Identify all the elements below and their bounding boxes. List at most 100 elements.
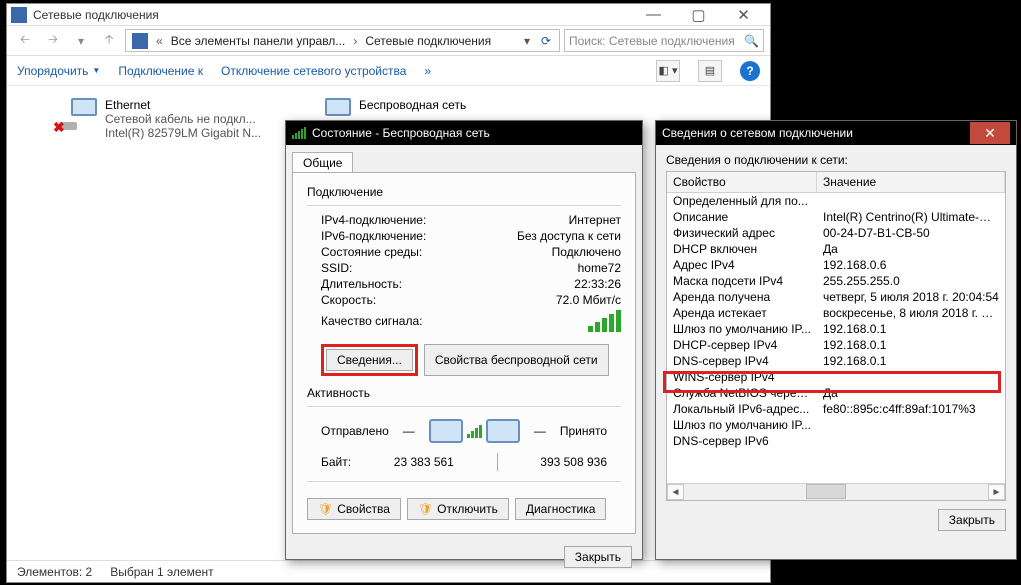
cell-value: Да (817, 241, 1005, 257)
cell-value: 255.255.255.0 (817, 273, 1005, 289)
status-value: Интернет (569, 213, 621, 227)
back-button[interactable]: 🡠 (13, 29, 37, 53)
details-label: Сведения о подключении к сети: (666, 153, 1006, 167)
app-icon (11, 7, 27, 23)
table-row[interactable]: Служба NetBIOS через...Да (667, 385, 1005, 401)
item-device: Intel(R) 82579LM Gigabit N... (105, 126, 261, 140)
tab-strip: Общие (286, 145, 642, 172)
cell-value (817, 417, 1005, 433)
scroll-track[interactable] (684, 484, 988, 500)
cell-property: Аренда получена (667, 289, 817, 305)
table-row[interactable]: Локальный IPv6-адрес...fe80::895c:c4ff:8… (667, 401, 1005, 417)
table-row[interactable]: DNS-сервер IPv6 (667, 433, 1005, 449)
chevron-down-icon: ▼ (92, 66, 100, 75)
cell-property: WINS-сервер IPv4 (667, 369, 817, 385)
selected-count: Выбран 1 элемент (110, 565, 213, 579)
table-header[interactable]: Свойство Значение (667, 172, 1005, 193)
maximize-button[interactable]: ▢ (676, 5, 721, 25)
connect-to-button[interactable]: Подключение к (118, 64, 203, 78)
help-button[interactable]: ? (740, 61, 760, 81)
scroll-thumb[interactable] (806, 484, 846, 499)
breadcrumb-seg-2[interactable]: Сетевые подключения (361, 34, 495, 48)
up-button[interactable]: 🡡 (97, 29, 121, 53)
details-table[interactable]: Свойство Значение Определенный для по...… (666, 171, 1006, 501)
horizontal-scrollbar[interactable]: ◄ ► (667, 483, 1005, 500)
diagnostics-button[interactable]: Диагностика (515, 498, 607, 520)
status-value: Без доступа к сети (517, 229, 621, 243)
table-row[interactable]: Шлюз по умолчанию IP...192.168.0.1 (667, 321, 1005, 337)
view-options-button[interactable]: ◧ ▾ (656, 60, 680, 82)
highlight-details: Сведения... (321, 344, 418, 376)
table-row[interactable]: WINS-сервер IPv4 (667, 369, 1005, 385)
table-row[interactable]: Аренда истекаетвоскресенье, 8 июля 2018 … (667, 305, 1005, 321)
close-button[interactable]: Закрыть (564, 546, 632, 568)
details-button[interactable]: Сведения... (326, 349, 413, 371)
status-value: 72.0 Мбит/с (556, 293, 621, 307)
table-row[interactable]: Определенный для по... (667, 193, 1005, 209)
disable-device-button[interactable]: Отключение сетевого устройства (221, 64, 406, 78)
table-row[interactable]: DHCP-сервер IPv4192.168.0.1 (667, 337, 1005, 353)
search-input[interactable]: Поиск: Сетевые подключения 🔍 (564, 29, 764, 52)
activity-icon (429, 419, 520, 443)
item-count: Элементов: 2 (17, 565, 92, 579)
shield-icon: 🛡 (418, 502, 433, 516)
close-button[interactable]: ✕ (970, 122, 1010, 144)
col-property[interactable]: Свойство (667, 172, 817, 192)
error-overlay-icon: ✖ (53, 119, 65, 136)
col-value[interactable]: Значение (817, 172, 1005, 192)
forward-button[interactable]: 🡢 (41, 29, 65, 53)
status-key: Скорость: (321, 293, 376, 307)
table-row[interactable]: DNS-сервер IPv4192.168.0.1 (667, 353, 1005, 369)
close-button[interactable]: Закрыть (938, 509, 1006, 531)
disable-button[interactable]: 🛡Отключить (407, 498, 509, 520)
status-key: Состояние среды: (321, 245, 422, 259)
cell-value: 00-24-D7-B1-CB-50 (817, 225, 1005, 241)
organize-menu[interactable]: Упорядочить▼ (17, 64, 100, 78)
table-row[interactable]: Адрес IPv4192.168.0.6 (667, 257, 1005, 273)
preview-pane-button[interactable]: ▤ (698, 60, 722, 82)
breadcrumb[interactable]: « Все элементы панели управл... › Сетевы… (125, 29, 560, 52)
bytes-recv: 393 508 936 (540, 455, 607, 469)
table-row[interactable]: Аренда полученачетверг, 5 июля 2018 г. 2… (667, 289, 1005, 305)
wifi-properties-button[interactable]: Свойства беспроводной сети (424, 344, 609, 376)
titlebar[interactable]: Сетевые подключения — ▢ ✕ (7, 4, 770, 26)
scroll-right-button[interactable]: ► (988, 484, 1005, 500)
refresh-button[interactable]: ⟳ (535, 34, 557, 48)
cell-value (817, 193, 1005, 209)
breadcrumb-seg-1[interactable]: Все элементы панели управл... (167, 34, 350, 48)
cell-value: воскресенье, 8 июля 2018 г. 08:23:24 (817, 305, 1005, 321)
cell-property: DNS-сервер IPv6 (667, 433, 817, 449)
tab-general[interactable]: Общие (292, 152, 353, 173)
close-button[interactable]: ✕ (721, 5, 766, 25)
cell-value: 192.168.0.1 (817, 353, 1005, 369)
status-key: IPv4-подключение: (321, 213, 426, 227)
minimize-button[interactable]: — (631, 5, 676, 25)
signal-quality-row: Качество сигнала: (307, 308, 621, 340)
table-row[interactable]: ОписаниеIntel(R) Centrino(R) Ultimate-N … (667, 209, 1005, 225)
table-row[interactable]: Физический адрес00-24-D7-B1-CB-50 (667, 225, 1005, 241)
cell-value: 192.168.0.6 (817, 257, 1005, 273)
item-name: Ethernet (105, 98, 261, 112)
dialog-titlebar[interactable]: Сведения о сетевом подключении ✕ (656, 121, 1016, 145)
status-key: IPv6-подключение: (321, 229, 426, 243)
cell-property: Шлюз по умолчанию IP... (667, 417, 817, 433)
cell-value: fe80::895c:c4ff:89af:1017%3 (817, 401, 1005, 417)
properties-button[interactable]: 🛡Свойства (307, 498, 401, 520)
dialog-titlebar[interactable]: Состояние - Беспроводная сеть (286, 121, 642, 145)
table-row[interactable]: Маска подсети IPv4255.255.255.0 (667, 273, 1005, 289)
breadcrumb-dropdown[interactable]: ▾ (519, 34, 535, 48)
status-key: Длительность: (321, 277, 402, 291)
history-dropdown[interactable]: ▾ (69, 29, 93, 53)
status-value: 22:33:26 (574, 277, 621, 291)
tab-body: Подключение IPv4-подключение:ИнтернетIPv… (292, 172, 636, 534)
table-row[interactable]: Шлюз по умолчанию IP... (667, 417, 1005, 433)
window-title: Сетевые подключения (33, 8, 631, 22)
scroll-left-button[interactable]: ◄ (667, 484, 684, 500)
status-row: IPv4-подключение: Интернет (307, 212, 621, 228)
table-row[interactable]: DHCP включенДа (667, 241, 1005, 257)
overflow-button[interactable]: » (424, 64, 431, 78)
dialog-title: Сведения о сетевом подключении (662, 126, 853, 140)
status-value: Подключено (552, 245, 621, 259)
cell-property: Определенный для по... (667, 193, 817, 209)
connection-item-ethernet[interactable]: ✖ Ethernet Сетевой кабель не подкл... In… (53, 94, 265, 144)
